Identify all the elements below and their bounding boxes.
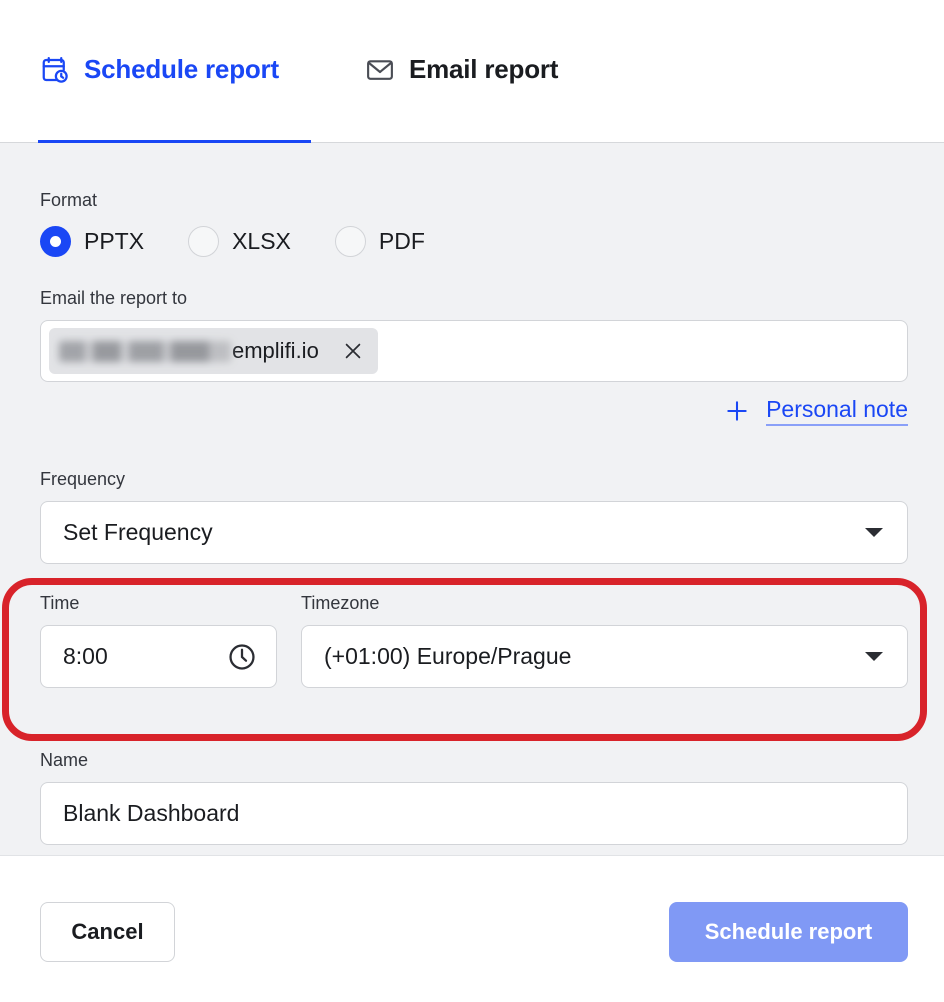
chevron-down-icon[interactable] xyxy=(865,528,883,537)
chevron-down-icon[interactable] xyxy=(865,652,883,661)
frequency-field-group: Frequency Set Frequency xyxy=(40,468,908,564)
format-field-group: Format PPTX XLSX PDF xyxy=(40,189,425,257)
timezone-select[interactable]: (+01:00) Europe/Prague xyxy=(301,625,908,688)
tab-email-report[interactable]: Email report xyxy=(305,54,584,85)
tab-bar: Schedule report Email report xyxy=(40,54,584,85)
recipients-field-group: Email the report to emplifi.io xyxy=(40,287,908,382)
schedule-report-button[interactable]: Schedule report xyxy=(669,902,908,962)
recipient-chip-domain: emplifi.io xyxy=(232,338,319,364)
format-option-xlsx[interactable]: XLSX xyxy=(188,226,291,257)
name-value: Blank Dashboard xyxy=(63,800,239,827)
name-input[interactable]: Blank Dashboard xyxy=(40,782,908,845)
format-option-xlsx-label: XLSX xyxy=(232,228,291,255)
timezone-label: Timezone xyxy=(301,592,908,614)
recipients-input[interactable]: emplifi.io xyxy=(40,320,908,382)
format-option-pdf-label: PDF xyxy=(379,228,425,255)
calendar-clock-icon xyxy=(40,55,70,85)
tab-email-report-label: Email report xyxy=(409,54,558,85)
add-personal-note-button[interactable]: Personal note xyxy=(724,396,908,426)
time-label: Time xyxy=(40,592,277,614)
personal-note-label: Personal note xyxy=(766,396,908,426)
tab-schedule-report[interactable]: Schedule report xyxy=(40,54,305,85)
recipient-chip-text: emplifi.io xyxy=(49,338,319,364)
recipient-chip[interactable]: emplifi.io xyxy=(49,328,378,374)
cancel-button[interactable]: Cancel xyxy=(40,902,175,962)
envelope-icon xyxy=(365,55,395,85)
timezone-field-group: Timezone (+01:00) Europe/Prague xyxy=(301,592,908,688)
frequency-select[interactable]: Set Frequency xyxy=(40,501,908,564)
radio-button-pptx[interactable] xyxy=(40,226,71,257)
dialog-body: Format PPTX XLSX PDF Email the report to xyxy=(0,143,944,855)
radio-button-xlsx[interactable] xyxy=(188,226,219,257)
clock-icon[interactable] xyxy=(226,641,258,673)
redacted-email-icon xyxy=(59,341,231,362)
time-input[interactable]: 8:00 xyxy=(40,625,277,688)
timezone-value: (+01:00) Europe/Prague xyxy=(324,643,571,670)
format-option-pdf[interactable]: PDF xyxy=(335,226,425,257)
frequency-value: Set Frequency xyxy=(63,519,213,546)
radio-button-pdf[interactable] xyxy=(335,226,366,257)
name-field-group: Name Blank Dashboard xyxy=(40,749,908,845)
dialog-header: Schedule report Email report xyxy=(0,0,944,143)
format-label: Format xyxy=(40,189,425,211)
plus-icon xyxy=(724,398,750,424)
tab-schedule-report-label: Schedule report xyxy=(84,54,279,85)
frequency-label: Frequency xyxy=(40,468,908,490)
name-label: Name xyxy=(40,749,908,771)
time-value: 8:00 xyxy=(63,643,108,670)
dialog-footer: Cancel Schedule report xyxy=(0,855,944,1002)
format-radio-group: PPTX XLSX PDF xyxy=(40,226,425,257)
time-field-group: Time 8:00 xyxy=(40,592,277,688)
time-timezone-row: Time 8:00 Timezone (+01:00) Europe/Pragu… xyxy=(40,592,908,688)
close-icon[interactable] xyxy=(341,339,365,363)
format-option-pptx-label: PPTX xyxy=(84,228,144,255)
recipients-label: Email the report to xyxy=(40,287,908,309)
schedule-report-dialog: Schedule report Email report Format xyxy=(0,0,944,1002)
format-option-pptx[interactable]: PPTX xyxy=(40,226,144,257)
